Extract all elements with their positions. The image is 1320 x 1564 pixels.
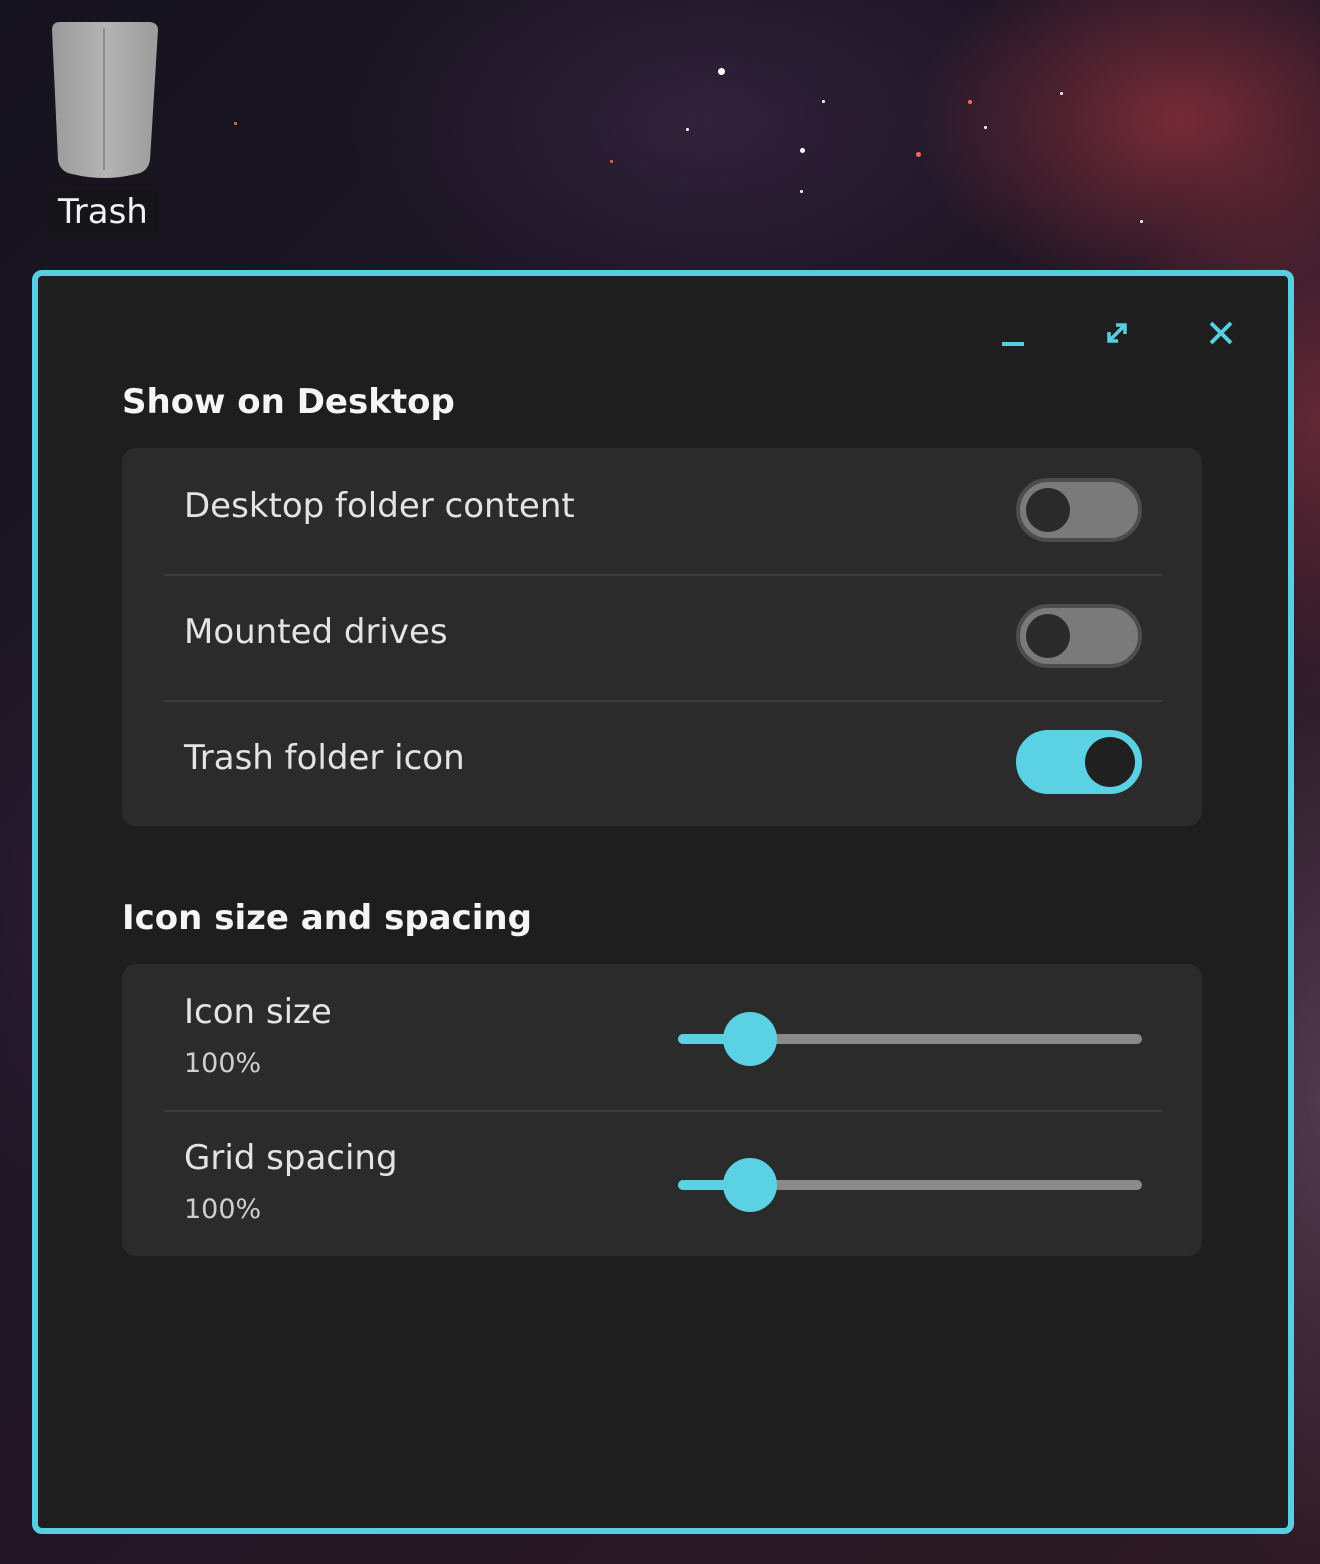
star xyxy=(686,128,689,131)
slider-thumb[interactable] xyxy=(722,1158,777,1212)
setting-row-mounted-drives: Mounted drives xyxy=(122,574,1202,700)
star xyxy=(984,126,987,129)
slider-thumb[interactable] xyxy=(722,1012,777,1066)
show-on-desktop-card: Desktop folder content Mounted drives Tr… xyxy=(122,448,1202,826)
star xyxy=(800,190,803,193)
star xyxy=(610,160,613,163)
close-button[interactable] xyxy=(1194,306,1248,360)
toggle-knob xyxy=(1026,488,1070,532)
minimize-icon xyxy=(1002,342,1024,346)
grid-spacing-slider[interactable] xyxy=(678,1158,1142,1212)
star xyxy=(968,100,972,104)
section-title-icon-size-spacing: Icon size and spacing xyxy=(122,898,532,938)
setting-row-icon-size: Icon size 100% xyxy=(122,964,1202,1110)
icon-size-spacing-card: Icon size 100% Grid spacing 100% xyxy=(122,964,1202,1256)
slider-label: Grid spacing xyxy=(184,1138,398,1178)
star xyxy=(718,68,725,75)
window-controls xyxy=(986,306,1248,360)
slider-value: 100% xyxy=(184,1194,262,1225)
icon-size-slider[interactable] xyxy=(678,1012,1142,1066)
close-icon xyxy=(1209,321,1233,345)
setting-row-grid-spacing: Grid spacing 100% xyxy=(122,1110,1202,1256)
star xyxy=(800,148,805,153)
desktop-folder-content-toggle[interactable] xyxy=(1016,478,1142,542)
maximize-icon xyxy=(1107,323,1127,343)
setting-label: Mounted drives xyxy=(184,612,448,652)
toggle-knob xyxy=(1026,614,1070,658)
maximize-button[interactable] xyxy=(1090,306,1144,360)
section-title-show-on-desktop: Show on Desktop xyxy=(122,382,455,422)
desktop-trash-icon[interactable]: Trash xyxy=(40,14,168,244)
setting-row-trash-folder-icon: Trash folder icon xyxy=(122,700,1202,826)
mounted-drives-toggle[interactable] xyxy=(1016,604,1142,668)
setting-row-desktop-folder-content: Desktop folder content xyxy=(122,448,1202,574)
trash-bin-icon xyxy=(52,22,158,178)
desktop-settings-window: Show on Desktop Desktop folder content M… xyxy=(32,270,1294,1534)
minimize-button[interactable] xyxy=(986,306,1040,360)
star xyxy=(1140,220,1143,223)
desktop-trash-label: Trash xyxy=(48,190,158,236)
star xyxy=(1060,92,1063,95)
setting-label: Desktop folder content xyxy=(184,486,575,526)
slider-value: 100% xyxy=(184,1048,262,1079)
toggle-knob xyxy=(1085,737,1135,787)
star xyxy=(822,100,825,103)
setting-label: Trash folder icon xyxy=(184,738,465,778)
slider-label: Icon size xyxy=(184,992,332,1032)
star xyxy=(916,152,921,157)
trash-folder-icon-toggle[interactable] xyxy=(1016,730,1142,794)
star xyxy=(234,122,237,125)
